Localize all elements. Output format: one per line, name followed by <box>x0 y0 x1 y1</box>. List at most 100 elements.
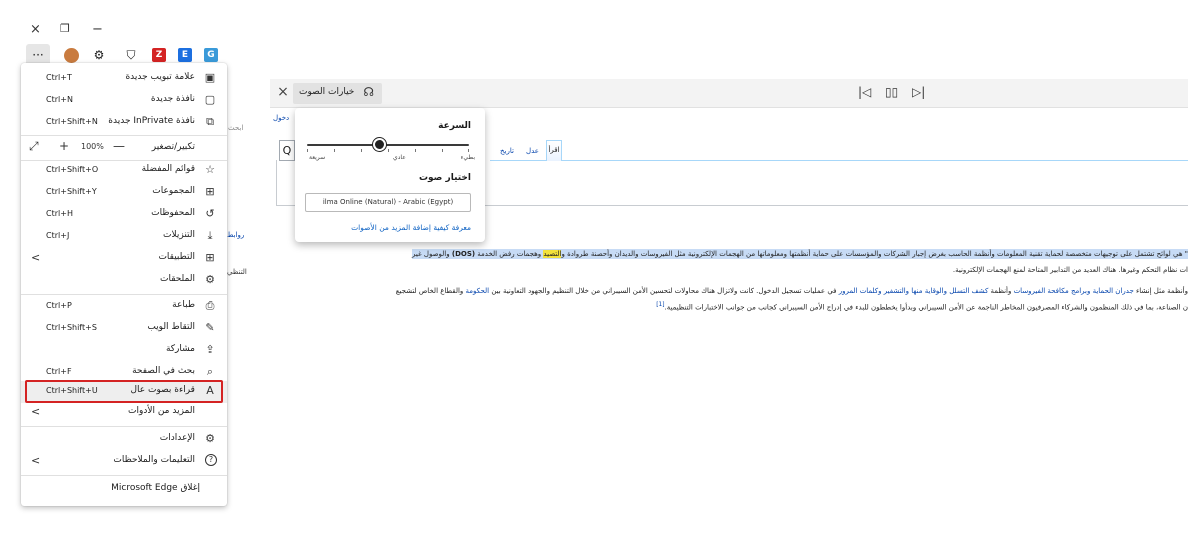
menu-item-label: المحفوظات <box>151 208 195 218</box>
apps-icon: ⊞ <box>205 251 215 264</box>
extensions-icon: ⚙ <box>205 273 215 286</box>
read-aloud-icon: A <box>206 384 214 397</box>
shortcut-label: Ctrl+T <box>46 73 72 82</box>
fullscreen-icon[interactable]: ⤢ <box>29 139 39 154</box>
slider-tick <box>334 149 335 152</box>
menu-item-new-inprivate-window[interactable]: Ctrl+Shift+N نافذة InPrivate جديدة ⧉ <box>21 112 227 134</box>
favorites-icon: ☆ <box>205 163 215 176</box>
speed-slider[interactable] <box>307 138 469 152</box>
menu-item-history[interactable]: Ctrl+H المحفوظات ↺ <box>21 204 227 226</box>
tab-read[interactable]: اقرأ <box>546 140 562 161</box>
menu-item-read-aloud[interactable]: Ctrl+Shift+U قراءة بصوت عال A <box>21 381 227 403</box>
restore-window-button[interactable]: ❐ <box>60 22 70 35</box>
text-segment: والقطاع الخاص لتشجيع <box>395 287 466 295</box>
article-link[interactable]: الحكومة <box>466 287 490 295</box>
settings-menu: Ctrl+T علامة تبويب جديدة ▣ Ctrl+N نافذة … <box>21 63 227 506</box>
search-button[interactable]: Q <box>279 140 295 161</box>
article-link[interactable]: كشف التسلل والوقاية منها والتشفير وكلمات… <box>839 287 989 295</box>
menu-item-label: نافذة جديدة <box>150 94 195 104</box>
content-border <box>276 160 277 206</box>
reference-link[interactable]: [1] <box>656 302 664 308</box>
shortcut-label: Ctrl+Shift+O <box>46 165 99 174</box>
menu-item-settings[interactable]: الإعدادات ⚙ <box>21 429 227 451</box>
shortcut-label: Ctrl+Shift+S <box>46 323 97 332</box>
gear-icon: ⚙ <box>205 432 215 445</box>
article-link[interactable]: جدران الحماية وبرامج مكافحة الفيروسات <box>1014 287 1134 295</box>
menu-item-label: التعليمات والملاحظات <box>113 455 195 465</box>
speed-label-fast: سريعة <box>309 154 326 161</box>
menu-item-downloads[interactable]: Ctrl+J التنزيلات ⤓ <box>21 226 227 248</box>
minimize-window-button[interactable]: − <box>92 22 103 37</box>
z-extension-icon: Z <box>152 48 166 62</box>
extension-icon: ⚙ <box>93 48 105 62</box>
slider-tick <box>415 149 416 152</box>
menu-item-zoom: ⤢ + 100% — تكبير/تصغير <box>21 136 227 160</box>
speed-label-slow: بطيء <box>460 154 475 161</box>
menu-item-label: إغلاق Microsoft Edge <box>111 483 200 493</box>
menu-item-favorites[interactable]: Ctrl+Shift+O قوائم المفضلة ☆ <box>21 160 227 182</box>
menu-item-extensions[interactable]: الملحقات ⚙ <box>21 270 227 292</box>
menu-item-label: المزيد من الأدوات <box>128 406 195 416</box>
zoom-in-button[interactable]: + <box>59 139 69 153</box>
page-peek-search: ابحث <box>228 124 244 132</box>
inprivate-icon: ⧉ <box>206 115 214 128</box>
menu-item-web-capture[interactable]: Ctrl+Shift+S التقاط الويب ✎ <box>21 318 227 340</box>
voice-select[interactable]: ilma Online (Natural) - Arabic (Egypt) <box>305 193 471 212</box>
close-window-button[interactable]: × <box>30 22 41 37</box>
menu-item-close-edge[interactable]: إغلاق Microsoft Edge <box>21 479 227 501</box>
menu-divider <box>21 475 227 476</box>
close-read-aloud-button[interactable]: × <box>274 84 292 100</box>
avatar <box>63 47 79 63</box>
menu-item-label: نافذة InPrivate جديدة <box>108 116 195 126</box>
voice-options-button[interactable]: خيارات الصوت ☊ <box>293 83 382 104</box>
menu-item-share[interactable]: مشاركة ⇪ <box>21 340 227 362</box>
next-paragraph-button[interactable]: ▷| <box>912 85 925 99</box>
previous-paragraph-button[interactable]: |◁ <box>858 85 871 99</box>
add-voices-link[interactable]: معرفة كيفية إضافة المزيد من الأصوات <box>351 223 471 232</box>
menu-item-more-tools[interactable]: < المزيد من الأدوات <box>21 402 227 424</box>
slider-thumb[interactable] <box>373 138 387 151</box>
slider-tick <box>307 149 308 152</box>
tab-history[interactable]: تاريخ <box>500 147 514 155</box>
menu-item-label: طباعة <box>172 300 195 310</box>
current-word-highlight: التصيد <box>543 250 562 258</box>
login-link[interactable]: دخول <box>273 114 289 122</box>
tab-edit[interactable]: عدل <box>526 147 539 155</box>
voice-select-title: اختيار صوت <box>419 173 471 183</box>
article-line-4: ن الصناعة، بما في ذلك المنظمون والشركاء … <box>656 302 1188 311</box>
voice-options-popup: السرعة بطيء عادي سريعة اختيار صوت ilma O… <box>295 108 485 242</box>
web-capture-icon: ✎ <box>205 321 215 334</box>
menu-item-label: التقاط الويب <box>147 322 195 332</box>
pause-button[interactable]: ▯▯ <box>885 85 898 99</box>
menu-item-label: الملحقات <box>159 274 195 284</box>
menu-item-new-tab[interactable]: Ctrl+T علامة تبويب جديدة ▣ <box>21 68 227 90</box>
speed-title: السرعة <box>438 121 471 131</box>
menu-item-apps[interactable]: < التطبيقات ⊞ <box>21 248 227 270</box>
text-segment: وهجمات رفض الخدمة <box>475 250 544 258</box>
history-icon: ↺ <box>205 207 215 220</box>
chevron-left-icon: < <box>31 251 41 264</box>
menu-item-label: التطبيقات <box>158 252 195 262</box>
speed-label-normal: عادي <box>393 154 406 161</box>
article-line-1: " هي لوائح تشتمل على توجيهات متخصصة لحما… <box>412 249 1188 259</box>
chevron-left-icon: < <box>31 454 41 467</box>
shortcut-label: Ctrl+Shift+N <box>46 117 98 126</box>
voice-person-icon: ☊ <box>363 85 374 99</box>
find-icon: ⌕ <box>206 365 214 378</box>
shortcut-label: Ctrl+N <box>46 95 73 104</box>
text-segment: وأنظمة مثل إنشاء <box>1133 287 1188 295</box>
menu-item-new-window[interactable]: Ctrl+N نافذة جديدة ▢ <box>21 90 227 112</box>
menu-item-help-feedback[interactable]: < التعليمات والملاحظات ? <box>21 451 227 473</box>
g-extension-icon: G <box>204 48 218 62</box>
text-segment: في عمليات تسجيل الدخول. كانت ولاتزال هنا… <box>489 287 839 295</box>
menu-divider <box>21 294 227 295</box>
menu-item-print[interactable]: Ctrl+P طباعة ⎙ <box>21 296 227 318</box>
menu-item-collections[interactable]: Ctrl+Shift+Y المجموعات ⊞ <box>21 182 227 204</box>
zoom-out-button[interactable]: — <box>113 139 125 153</box>
shortcut-label: Ctrl+Shift+Y <box>46 187 97 196</box>
menu-item-label: المجموعات <box>152 186 195 196</box>
text-segment: وأنظمة <box>988 287 1014 295</box>
article-line-2: ات نظام التحكم وغيرها. هناك العديد من ال… <box>952 266 1188 274</box>
slider-tick <box>361 149 362 152</box>
shortcut-label: Ctrl+P <box>46 301 72 310</box>
